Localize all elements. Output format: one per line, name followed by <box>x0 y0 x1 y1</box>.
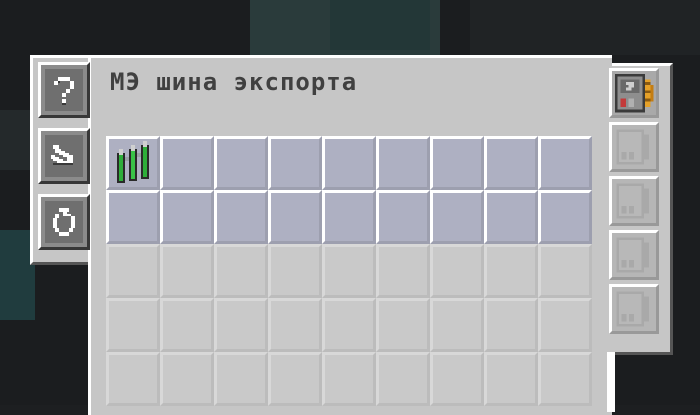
scheduling-mode-button[interactable] <box>38 194 90 250</box>
config-slot[interactable] <box>322 136 376 190</box>
config-slot[interactable] <box>484 190 538 244</box>
locked-config-slot <box>106 244 160 298</box>
config-slot[interactable] <box>268 136 322 190</box>
empty-card-slot-icon <box>616 237 649 273</box>
cycle-icon <box>53 208 75 236</box>
config-slot[interactable] <box>268 190 322 244</box>
config-slot[interactable] <box>538 136 592 190</box>
locked-config-slot <box>484 298 538 352</box>
config-slot[interactable] <box>538 190 592 244</box>
locked-config-slot <box>268 244 322 298</box>
config-slot[interactable] <box>160 190 214 244</box>
config-slot[interactable] <box>106 136 160 190</box>
locked-config-slot <box>268 298 322 352</box>
world-background-block <box>470 0 700 55</box>
empty-card-slot-icon <box>616 183 649 219</box>
locked-config-slot <box>214 352 268 406</box>
config-slot[interactable] <box>160 136 214 190</box>
redstone-mode-icon <box>51 145 73 165</box>
upgrade-slot[interactable] <box>609 176 659 226</box>
locked-config-slot <box>322 244 376 298</box>
locked-config-slot <box>106 298 160 352</box>
locked-config-slot <box>322 352 376 406</box>
locked-config-slot <box>538 244 592 298</box>
redstone-mode-button[interactable] <box>38 128 90 184</box>
config-slot[interactable] <box>106 190 160 244</box>
empty-card-slot-icon <box>616 129 649 165</box>
capacity-card-icon <box>614 73 654 113</box>
locked-config-slot <box>214 244 268 298</box>
upgrade-slot[interactable] <box>609 284 659 334</box>
world-background-block <box>330 0 430 50</box>
locked-config-slot <box>538 352 592 406</box>
locked-config-slot <box>268 352 322 406</box>
help-button[interactable] <box>38 62 90 118</box>
locked-config-slot <box>484 244 538 298</box>
locked-config-slot <box>430 298 484 352</box>
config-slot[interactable] <box>376 190 430 244</box>
locked-config-slot <box>376 352 430 406</box>
upgrade-slot[interactable] <box>609 122 659 172</box>
upgrade-slots <box>609 68 661 338</box>
locked-config-slot <box>538 298 592 352</box>
config-slot[interactable] <box>322 190 376 244</box>
locked-config-slot <box>160 352 214 406</box>
upgrade-slot[interactable] <box>609 230 659 280</box>
window-title: МЭ шина экспорта <box>110 68 358 96</box>
locked-config-slot <box>214 298 268 352</box>
locked-config-slot <box>376 244 430 298</box>
locked-config-slot <box>484 352 538 406</box>
config-slot[interactable] <box>484 136 538 190</box>
locked-config-slot <box>106 352 160 406</box>
locked-config-slot <box>160 244 214 298</box>
locked-config-slot <box>322 298 376 352</box>
green-tubes-item-icon <box>117 141 149 183</box>
config-slot[interactable] <box>376 136 430 190</box>
config-slot[interactable] <box>214 136 268 190</box>
upgrade-slot[interactable] <box>609 68 659 118</box>
locked-config-slot <box>430 352 484 406</box>
config-slot[interactable] <box>430 190 484 244</box>
question-mark-icon <box>54 77 74 105</box>
config-slot[interactable] <box>430 136 484 190</box>
config-grid <box>106 136 592 406</box>
empty-card-slot-icon <box>616 291 649 327</box>
config-slot[interactable] <box>214 190 268 244</box>
panel-edge <box>607 352 615 412</box>
locked-config-slot <box>376 298 430 352</box>
locked-config-slot <box>160 298 214 352</box>
locked-config-slot <box>430 244 484 298</box>
